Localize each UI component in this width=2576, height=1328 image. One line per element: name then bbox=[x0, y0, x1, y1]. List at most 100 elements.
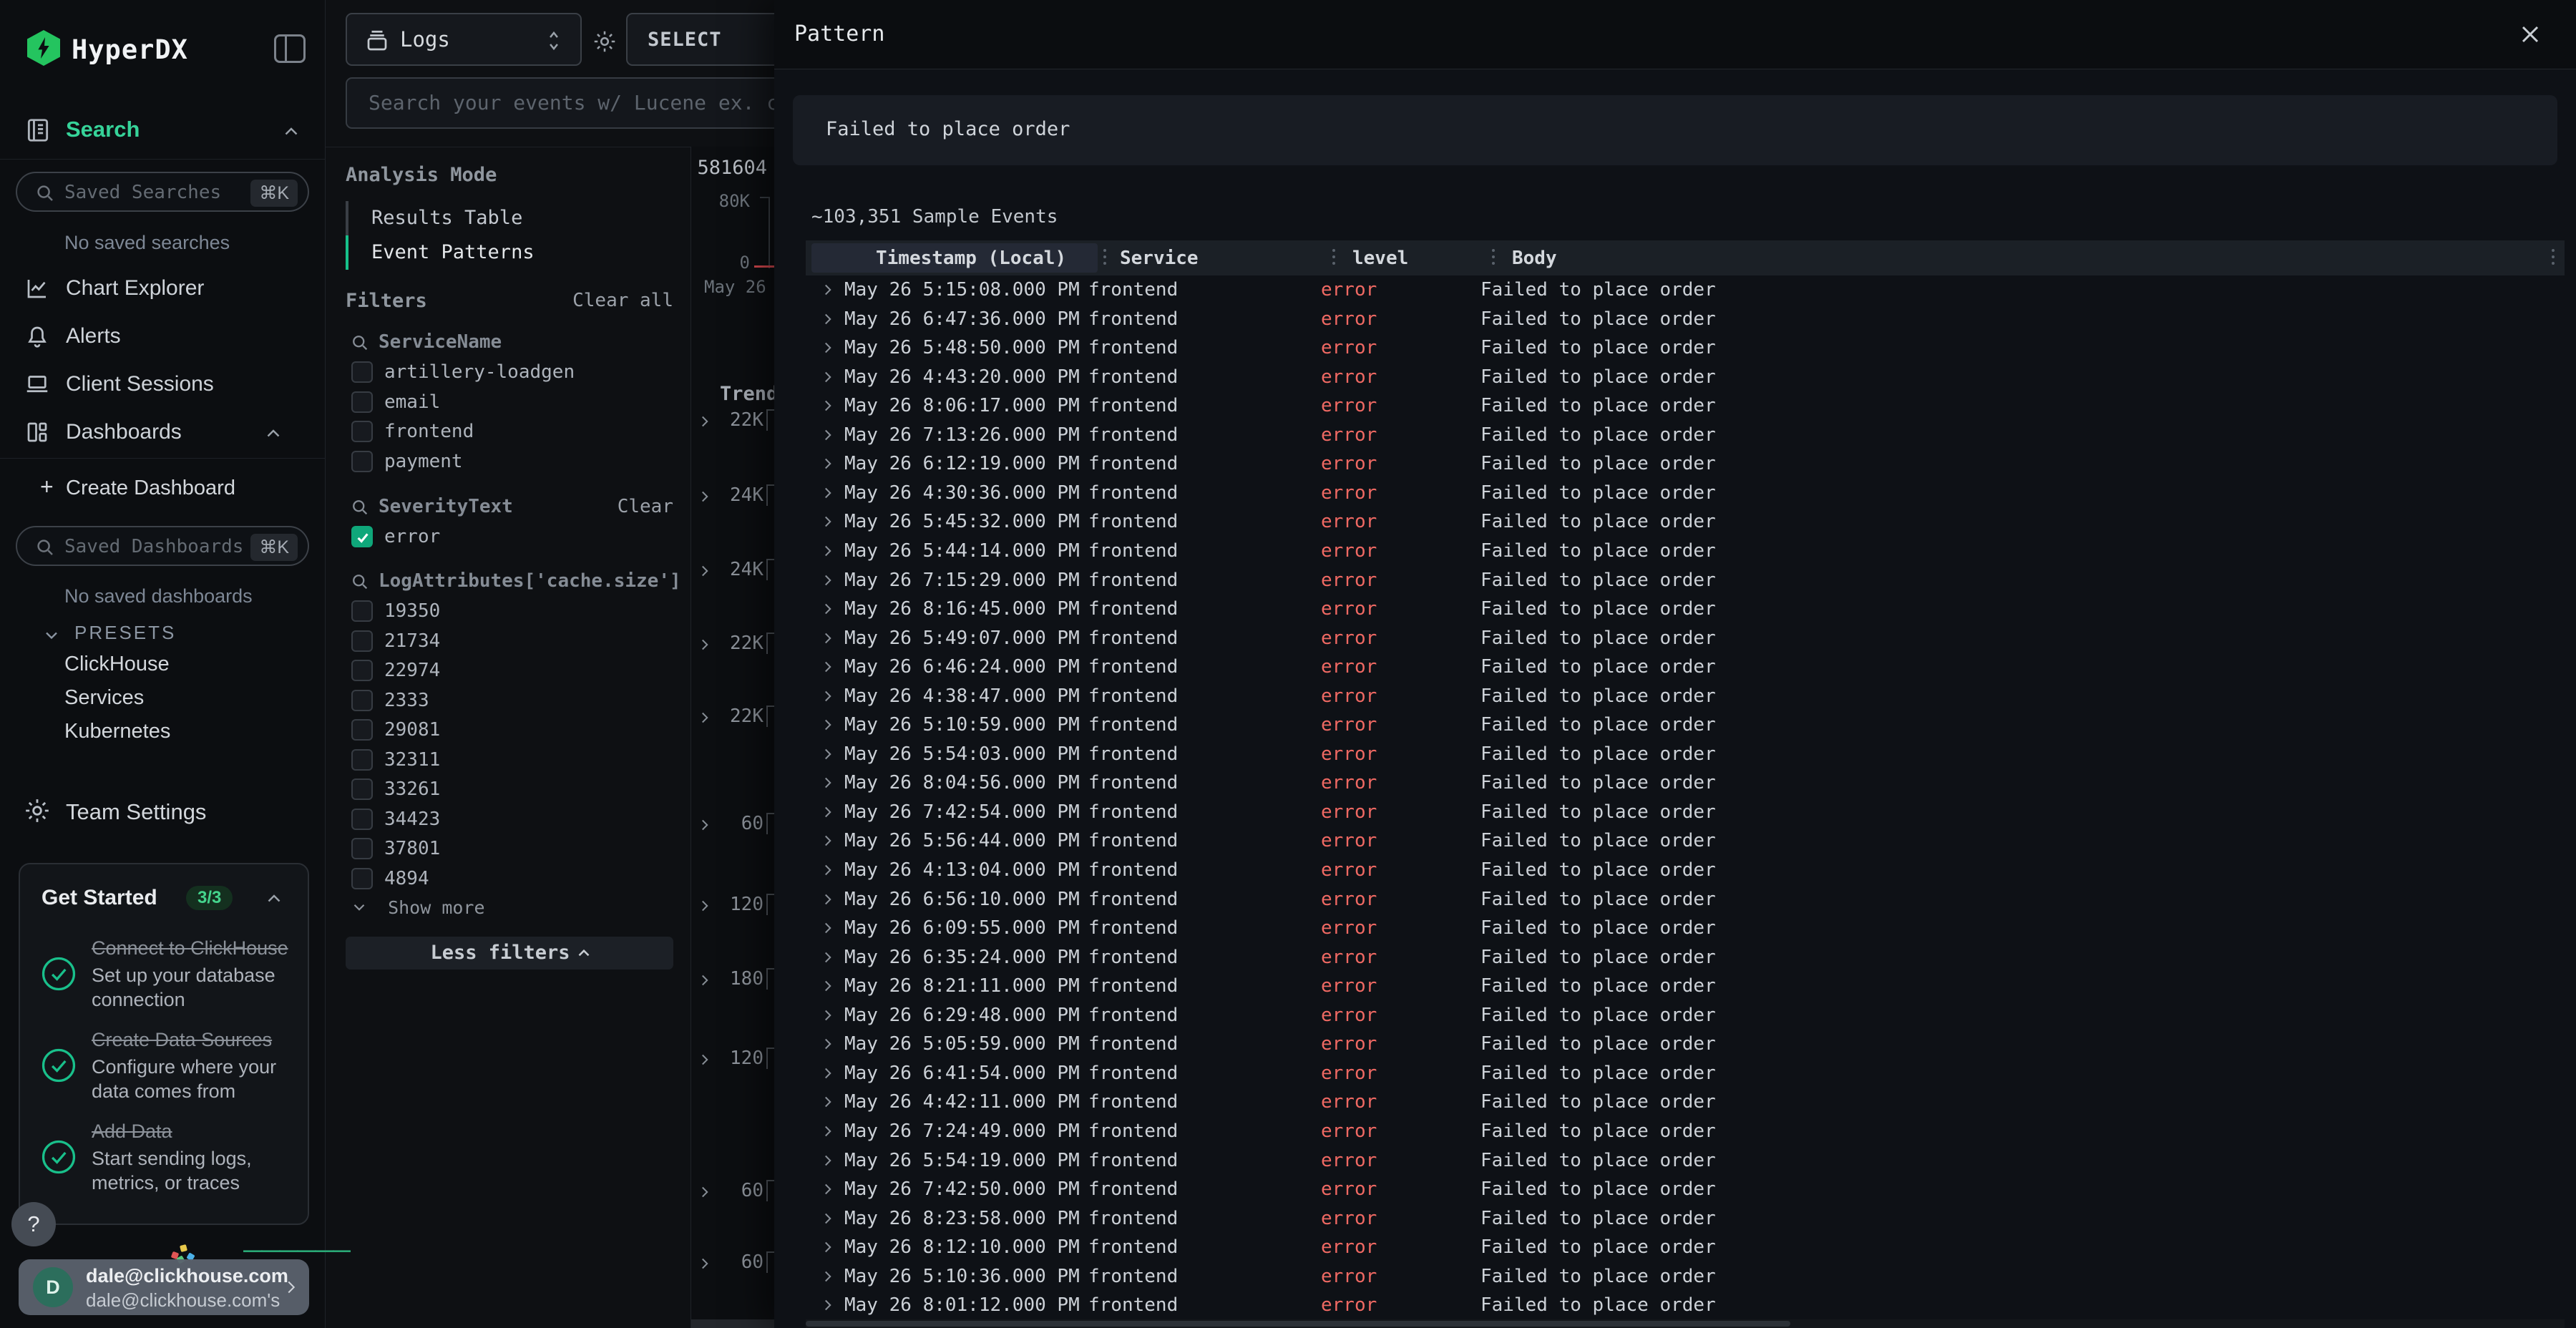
table-row[interactable]: May 26 5:10:59.000 PMfrontenderrorFailed… bbox=[806, 711, 2565, 740]
pattern-row-partial[interactable]: 60 bbox=[691, 1178, 774, 1204]
checkbox[interactable] bbox=[351, 660, 373, 681]
mode-event-patterns[interactable]: Event Patterns bbox=[346, 235, 632, 270]
expand-row-icon[interactable] bbox=[819, 1267, 837, 1286]
pattern-row-partial[interactable]: 22K bbox=[691, 408, 774, 434]
column-resize-handle[interactable] bbox=[1492, 249, 1495, 268]
checkbox[interactable] bbox=[351, 526, 373, 547]
table-row[interactable]: May 26 8:16:45.000 PMfrontenderrorFailed… bbox=[806, 595, 2565, 624]
mode-results-table[interactable]: Results Table bbox=[346, 201, 632, 235]
create-dashboard-button[interactable]: + Create Dashboard bbox=[0, 472, 326, 507]
chevron-right-icon[interactable] bbox=[696, 708, 714, 727]
pattern-row-partial[interactable]: 22K bbox=[691, 631, 774, 657]
get-started-item[interactable]: Add DataStart sending logs, metrics, or … bbox=[39, 1119, 289, 1195]
saved-dashboards-input[interactable]: Saved Dashboards ⌘K bbox=[16, 526, 309, 566]
team-settings-button[interactable]: Team Settings bbox=[0, 791, 326, 834]
table-scrollbar[interactable] bbox=[806, 1319, 2565, 1328]
expand-row-icon[interactable] bbox=[819, 484, 837, 502]
get-started-item[interactable]: Connect to ClickHouseSet up your databas… bbox=[39, 936, 289, 1012]
expand-row-icon[interactable] bbox=[819, 890, 837, 909]
col-timestamp[interactable]: Timestamp (Local) bbox=[876, 248, 1066, 269]
table-row[interactable]: May 26 5:15:08.000 PMfrontenderrorFailed… bbox=[806, 275, 2565, 305]
expand-row-icon[interactable] bbox=[819, 716, 837, 734]
chevron-right-icon[interactable] bbox=[696, 816, 714, 834]
sidebar-section-search[interactable]: Search bbox=[0, 113, 326, 149]
expand-row-icon[interactable] bbox=[819, 658, 837, 676]
expand-row-icon[interactable] bbox=[819, 1122, 837, 1141]
table-row[interactable]: May 26 7:42:54.000 PMfrontenderrorFailed… bbox=[806, 798, 2565, 827]
chevron-right-icon[interactable] bbox=[696, 412, 714, 431]
table-row[interactable]: May 26 5:56:44.000 PMfrontenderrorFailed… bbox=[806, 826, 2565, 856]
table-row[interactable]: May 26 7:13:26.000 PMfrontenderrorFailed… bbox=[806, 421, 2565, 450]
expand-row-icon[interactable] bbox=[819, 426, 837, 444]
table-row[interactable]: May 26 8:12:10.000 PMfrontenderrorFailed… bbox=[806, 1233, 2565, 1262]
expand-row-icon[interactable] bbox=[819, 280, 837, 299]
sidebar-item-chart-explorer[interactable]: Chart Explorer bbox=[0, 265, 326, 313]
table-row[interactable]: May 26 6:35:24.000 PMfrontenderrorFailed… bbox=[806, 943, 2565, 972]
chevron-up-icon[interactable] bbox=[280, 122, 302, 143]
table-row[interactable]: May 26 6:56:10.000 PMfrontenderrorFailed… bbox=[806, 885, 2565, 914]
pattern-row-partial[interactable]: 60 bbox=[691, 811, 774, 837]
col-level[interactable]: level bbox=[1352, 248, 1408, 269]
table-row[interactable]: May 26 4:38:47.000 PMfrontenderrorFailed… bbox=[806, 682, 2565, 711]
expand-row-icon[interactable] bbox=[819, 803, 837, 821]
table-row[interactable]: May 26 7:42:50.000 PMfrontenderrorFailed… bbox=[806, 1175, 2565, 1204]
checkbox[interactable] bbox=[351, 868, 373, 889]
pattern-row-partial[interactable]: 120 bbox=[691, 892, 774, 918]
table-row[interactable]: May 26 6:41:54.000 PMfrontenderrorFailed… bbox=[806, 1059, 2565, 1088]
chevron-right-icon[interactable] bbox=[696, 562, 714, 580]
checkbox[interactable] bbox=[351, 809, 373, 830]
checkbox[interactable] bbox=[351, 778, 373, 800]
checkbox[interactable] bbox=[351, 391, 373, 413]
preset-kubernetes[interactable]: Kubernetes bbox=[64, 720, 170, 743]
table-row[interactable]: May 26 5:54:03.000 PMfrontenderrorFailed… bbox=[806, 740, 2565, 769]
table-row[interactable]: May 26 4:13:04.000 PMfrontenderrorFailed… bbox=[806, 856, 2565, 885]
expand-row-icon[interactable] bbox=[819, 745, 837, 763]
expand-row-icon[interactable] bbox=[819, 1006, 837, 1025]
table-row[interactable]: May 26 5:44:14.000 PMfrontenderrorFailed… bbox=[806, 537, 2565, 566]
chevron-right-icon[interactable] bbox=[696, 897, 714, 915]
table-row[interactable]: May 26 8:01:12.000 PMfrontenderrorFailed… bbox=[806, 1291, 2565, 1319]
checkbox[interactable] bbox=[351, 719, 373, 741]
pattern-row-partial[interactable]: 24K bbox=[691, 557, 774, 583]
checkbox[interactable] bbox=[351, 451, 373, 472]
expand-row-icon[interactable] bbox=[819, 454, 837, 473]
expand-row-icon[interactable] bbox=[819, 1064, 837, 1083]
show-more-link[interactable]: Show more bbox=[350, 895, 485, 918]
table-row[interactable]: May 26 6:29:48.000 PMfrontenderrorFailed… bbox=[806, 1001, 2565, 1030]
table-row[interactable]: May 26 4:30:36.000 PMfrontenderrorFailed… bbox=[806, 479, 2565, 508]
chevron-right-icon[interactable] bbox=[696, 635, 714, 654]
chevron-right-icon[interactable] bbox=[696, 1050, 714, 1069]
table-row[interactable]: May 26 4:43:20.000 PMfrontenderrorFailed… bbox=[806, 363, 2565, 392]
table-row[interactable]: May 26 5:49:07.000 PMfrontenderrorFailed… bbox=[806, 624, 2565, 653]
expand-row-icon[interactable] bbox=[819, 1180, 837, 1198]
clear-all-link[interactable]: Clear all bbox=[572, 290, 673, 311]
chevron-right-icon[interactable] bbox=[696, 971, 714, 990]
search-icon[interactable] bbox=[350, 497, 370, 517]
less-filters-button[interactable]: Less filters bbox=[346, 937, 673, 970]
expand-row-icon[interactable] bbox=[819, 1238, 837, 1256]
user-menu[interactable]: D dale@clickhouse.com dale@clickhouse.co… bbox=[19, 1259, 309, 1315]
search-icon[interactable] bbox=[350, 333, 370, 353]
table-row[interactable]: May 26 6:47:36.000 PMfrontenderrorFailed… bbox=[806, 305, 2565, 334]
pattern-row-partial[interactable]: 24K bbox=[691, 483, 774, 509]
expand-row-icon[interactable] bbox=[819, 831, 837, 850]
pattern-row-partial[interactable]: 22K bbox=[691, 704, 774, 730]
search-icon[interactable] bbox=[350, 572, 370, 592]
checkbox[interactable] bbox=[351, 421, 373, 442]
table-row[interactable]: May 26 4:42:11.000 PMfrontenderrorFailed… bbox=[806, 1088, 2565, 1117]
expand-row-icon[interactable] bbox=[819, 600, 837, 618]
source-select[interactable]: Logs bbox=[346, 13, 582, 66]
sidebar-item-client-sessions[interactable]: Client Sessions bbox=[0, 361, 326, 409]
checkbox[interactable] bbox=[351, 749, 373, 771]
col-body[interactable]: Body bbox=[1512, 248, 1557, 269]
checkbox[interactable] bbox=[351, 630, 373, 652]
checkbox[interactable] bbox=[351, 838, 373, 859]
expand-row-icon[interactable] bbox=[819, 310, 837, 328]
chevron-right-icon[interactable] bbox=[696, 1183, 714, 1201]
table-options-icon[interactable] bbox=[2552, 249, 2555, 268]
table-row[interactable]: May 26 8:21:11.000 PMfrontenderrorFailed… bbox=[806, 972, 2565, 1001]
checkbox[interactable] bbox=[351, 600, 373, 622]
expand-row-icon[interactable] bbox=[819, 629, 837, 648]
expand-row-icon[interactable] bbox=[819, 1093, 837, 1111]
table-row[interactable]: May 26 8:23:58.000 PMfrontenderrorFailed… bbox=[806, 1204, 2565, 1234]
